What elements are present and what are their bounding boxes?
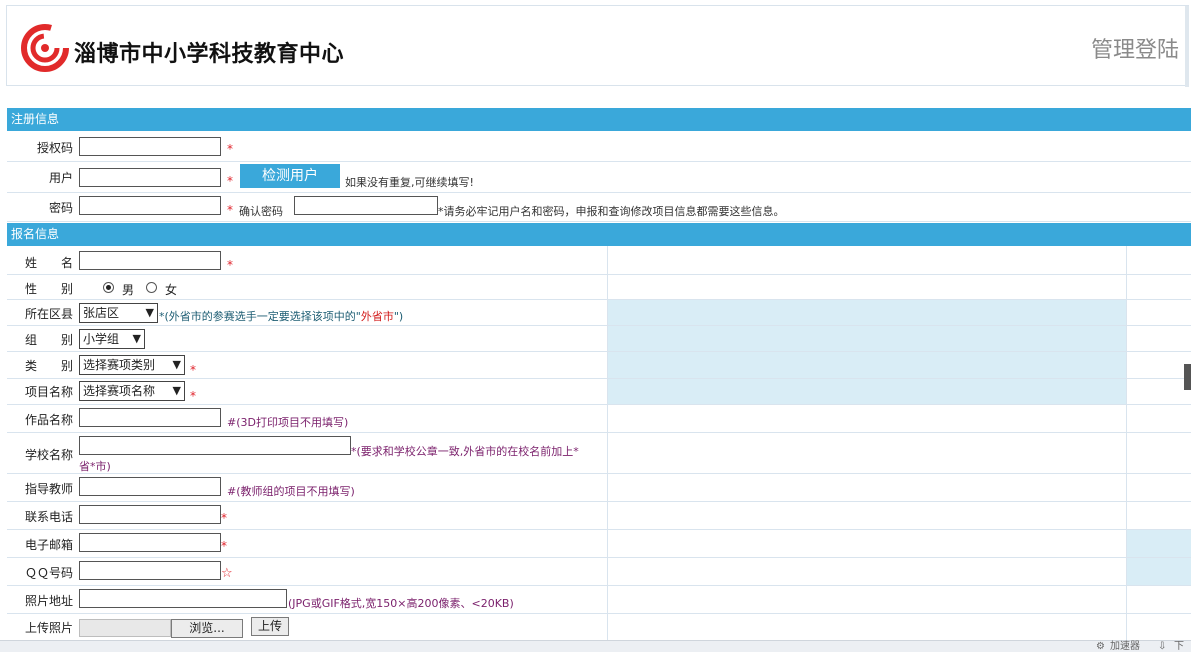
required-mark: * [190, 363, 196, 377]
photo-address-label: 照片地址 [25, 594, 74, 608]
category-label: 类 别 [25, 359, 74, 373]
upload-button[interactable]: 上传 [251, 617, 289, 636]
required-mark: * [221, 539, 227, 553]
gender-label: 性 别 [25, 282, 74, 296]
district-hint: *(外省市的参赛选手一定要选择该项中的"外省市") [159, 310, 404, 323]
qq-input[interactable] [79, 561, 221, 580]
chevron-down-icon: ▼ [172, 384, 181, 397]
section-signup-title: 报名信息 [7, 223, 1191, 246]
gender-female-radio[interactable] [146, 282, 157, 293]
chevron-down-icon: ▼ [132, 332, 141, 345]
required-mark: * [227, 142, 233, 156]
scrollbar-handle[interactable] [1184, 364, 1191, 390]
header-scroll-edge [1185, 6, 1189, 87]
school-input[interactable] [79, 436, 351, 455]
row-gender: 性 别 男 女 [7, 275, 1191, 300]
row-username: 用户 * 检测用户 如果没有重复,可继续填写! [7, 162, 1191, 193]
project-select-value: 选择赛项名称 [83, 384, 156, 398]
required-mark: * [190, 389, 196, 403]
group-select-value: 小学组 [83, 332, 120, 346]
row-password: 密码 * 确认密码 *请务必牢记用户名和密码，申报和查询修改项目信息都需要这些信… [7, 193, 1191, 222]
qq-label: ＱＱ号码 [25, 566, 74, 580]
row-auth-code: 授权码 * [7, 131, 1191, 162]
gender-male-label: 男 [122, 283, 135, 297]
category-select-value: 选择赛项类别 [83, 358, 156, 372]
school-label: 学校名称 [25, 448, 74, 462]
logo-icon [21, 24, 69, 72]
password-hint: *请务必牢记用户名和密码，申报和查询修改项目信息都需要这些信息。 [438, 205, 785, 218]
auth-code-input[interactable] [79, 137, 221, 156]
password-label: 密码 [49, 201, 74, 215]
teacher-hint: #(教师组的项目不用填写) [227, 485, 355, 498]
confirm-password-label: 确认密码 [239, 205, 283, 218]
phone-input[interactable] [79, 505, 221, 524]
row-teacher: 指导教师 #(教师组的项目不用填写) [7, 474, 1191, 502]
check-user-button[interactable]: 检测用户 [240, 164, 340, 188]
gender-male-radio[interactable] [103, 282, 114, 293]
row-photo-address: 照片地址 (JPG或GIF格式,宽150×高200像素、<20KB) [7, 586, 1191, 614]
work-name-input[interactable] [79, 408, 221, 427]
chevron-down-icon: ▼ [172, 358, 181, 371]
row-category: 类 别 选择赛项类别 ▼ * [7, 352, 1191, 379]
district-select-value: 张店区 [83, 306, 120, 320]
row-school: 学校名称 *(要求和学校公章一致,外省市的在校名前加上* 省*市) [7, 433, 1191, 474]
photo-address-hint: (JPG或GIF格式,宽150×高200像素、<20KB) [288, 597, 514, 610]
project-select[interactable]: 选择赛项名称 ▼ [79, 381, 185, 401]
teacher-label: 指导教师 [25, 482, 74, 496]
accelerator-icon: ⚙ [1096, 641, 1105, 652]
file-path-field[interactable] [79, 619, 171, 637]
section-registration-title: 注册信息 [7, 108, 1191, 131]
row-email: 电子邮箱 * [7, 530, 1191, 558]
email-label: 电子邮箱 [25, 538, 74, 552]
accelerator-label[interactable]: 加速器 [1110, 641, 1140, 652]
teacher-input[interactable] [79, 477, 221, 496]
username-input[interactable] [79, 168, 221, 187]
row-phone: 联系电话 * [7, 502, 1191, 530]
site-title: 淄博市中小学科技教育中心 [74, 42, 345, 67]
row-project: 项目名称 选择赛项名称 ▼ * [7, 379, 1191, 405]
username-label: 用户 [49, 171, 74, 185]
name-label: 姓 名 [25, 256, 74, 270]
school-hint-line1: *(要求和学校公章一致,外省市的在校名前加上* [351, 445, 579, 458]
name-input[interactable] [79, 251, 221, 270]
group-label: 组 别 [25, 333, 74, 347]
required-mark: * [227, 174, 233, 188]
required-mark: * [227, 203, 233, 217]
download-icon: ⇩ [1158, 641, 1167, 652]
work-name-hint: #(3D打印项目不用填写) [227, 416, 349, 429]
upload-label: 上传照片 [25, 621, 74, 635]
email-input[interactable] [79, 533, 221, 552]
admin-login-link[interactable]: 管理登陆 [1091, 32, 1179, 64]
password-input[interactable] [79, 196, 221, 215]
row-upload: 上传照片 浏览... 上传 [7, 614, 1191, 640]
auth-code-label: 授权码 [37, 141, 74, 155]
check-user-hint: 如果没有重复,可继续填写! [345, 176, 474, 189]
row-qq: ＱＱ号码 ☆ [7, 558, 1191, 586]
browser-status-bar: ⚙ 加速器 ⇩ 下 [0, 640, 1191, 652]
photo-address-input[interactable] [79, 589, 287, 608]
group-select[interactable]: 小学组 ▼ [79, 329, 145, 349]
row-name: 姓 名 * [7, 246, 1191, 275]
row-work-name: 作品名称 #(3D打印项目不用填写) [7, 405, 1191, 433]
phone-label: 联系电话 [25, 510, 74, 524]
required-star: ☆ [221, 566, 233, 581]
row-district: 所在区县 张店区 ▼ *(外省市的参赛选手一定要选择该项中的"外省市") [7, 300, 1191, 326]
chevron-down-icon: ▼ [145, 306, 154, 319]
browse-button[interactable]: 浏览... [171, 619, 243, 638]
district-label: 所在区县 [25, 307, 74, 321]
required-mark: * [221, 511, 227, 525]
confirm-password-input[interactable] [294, 196, 438, 215]
district-select[interactable]: 张店区 ▼ [79, 303, 158, 323]
row-group: 组 别 小学组 ▼ [7, 326, 1191, 352]
download-label[interactable]: 下 [1174, 641, 1184, 652]
site-header: 淄博市中小学科技教育中心 管理登陆 [6, 5, 1189, 87]
project-label: 项目名称 [25, 385, 74, 399]
category-select[interactable]: 选择赛项类别 ▼ [79, 355, 185, 375]
work-name-label: 作品名称 [25, 413, 74, 427]
school-hint-line2: 省*市) [79, 460, 111, 473]
required-mark: * [227, 258, 233, 272]
gender-female-label: 女 [165, 283, 178, 297]
